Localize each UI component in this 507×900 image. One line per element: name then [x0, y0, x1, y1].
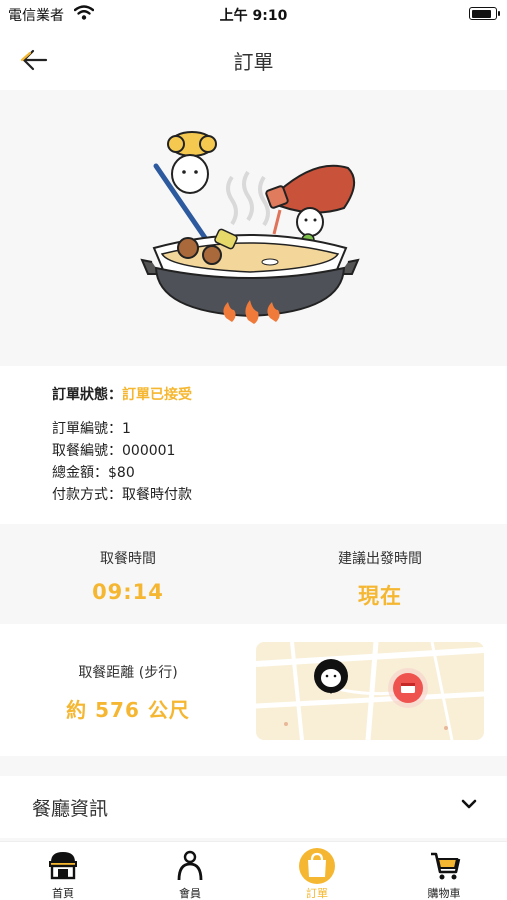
page-title: 訂單 — [233, 50, 274, 74]
restaurant-info-title: 餐廳資訊 — [32, 798, 109, 820]
departure-time-label: 建議出發時間 — [338, 551, 422, 567]
pickup-time-section: 取餐時間 09:14 建議出發時間 現在 — [0, 526, 507, 622]
hotpot-illustration — [140, 131, 360, 324]
person-icon — [177, 850, 203, 881]
cart-icon — [431, 852, 461, 880]
restaurant-info-row[interactable]: 餐廳資訊 — [0, 776, 507, 838]
pickup-distance: 取餐距離 (步行) 約 576 公尺 — [28, 662, 228, 723]
order-info-section: 訂單狀態：訂單已接受 訂單編號：1 取餐編號：000001 總金額：$80 付款… — [0, 366, 507, 524]
tab-orders[interactable]: 訂單 — [254, 842, 380, 900]
total-amount: 總金額：$80 — [52, 465, 135, 481]
tab-member-label: 會員 — [179, 887, 201, 900]
tab-bar: 首頁 會員 訂單 購物車 — [0, 841, 507, 900]
tab-orders-label: 訂單 — [306, 887, 328, 900]
tab-home[interactable]: 首頁 — [0, 842, 126, 900]
order-status-label: 訂單狀態： — [52, 387, 122, 403]
distance-label: 取餐距離 (步行) — [78, 665, 178, 681]
battery-icon — [469, 7, 500, 20]
tab-cart-label: 購物車 — [427, 887, 461, 900]
pickup-time: 取餐時間 09:14 — [28, 548, 228, 604]
store-icon — [49, 852, 77, 880]
pickup-time-label: 取餐時間 — [100, 551, 156, 567]
chevron-down-icon[interactable] — [461, 798, 477, 810]
distance-section: 取餐距離 (步行) 約 576 公尺 — [0, 624, 507, 756]
tab-member[interactable]: 會員 — [127, 842, 253, 900]
bag-icon — [299, 848, 335, 884]
distance-value: 約 576 公尺 — [66, 698, 190, 722]
order-status: 訂單狀態：訂單已接受 — [52, 384, 507, 404]
store-location-pin — [388, 668, 428, 708]
tab-cart[interactable]: 購物車 — [381, 842, 507, 900]
route-map[interactable] — [256, 642, 484, 740]
payment-method: 付款方式：取餐時付款 — [52, 487, 192, 503]
pickup-number: 取餐編號：000001 — [52, 443, 176, 459]
hero-illustration — [0, 92, 507, 364]
order-status-value: 訂單已接受 — [122, 387, 192, 403]
status-bar: 電信業者 上午 9:10 — [0, 0, 507, 30]
pickup-time-value: 09:14 — [92, 580, 164, 604]
departure-time-value: 現在 — [358, 584, 402, 608]
suggested-departure: 建議出發時間 現在 — [280, 548, 480, 610]
tab-home-label: 首頁 — [52, 887, 74, 900]
nav-bar: 訂單 — [0, 30, 507, 90]
order-number: 訂單編號：1 — [52, 421, 131, 437]
status-time: 上午 9:10 — [219, 8, 288, 24]
